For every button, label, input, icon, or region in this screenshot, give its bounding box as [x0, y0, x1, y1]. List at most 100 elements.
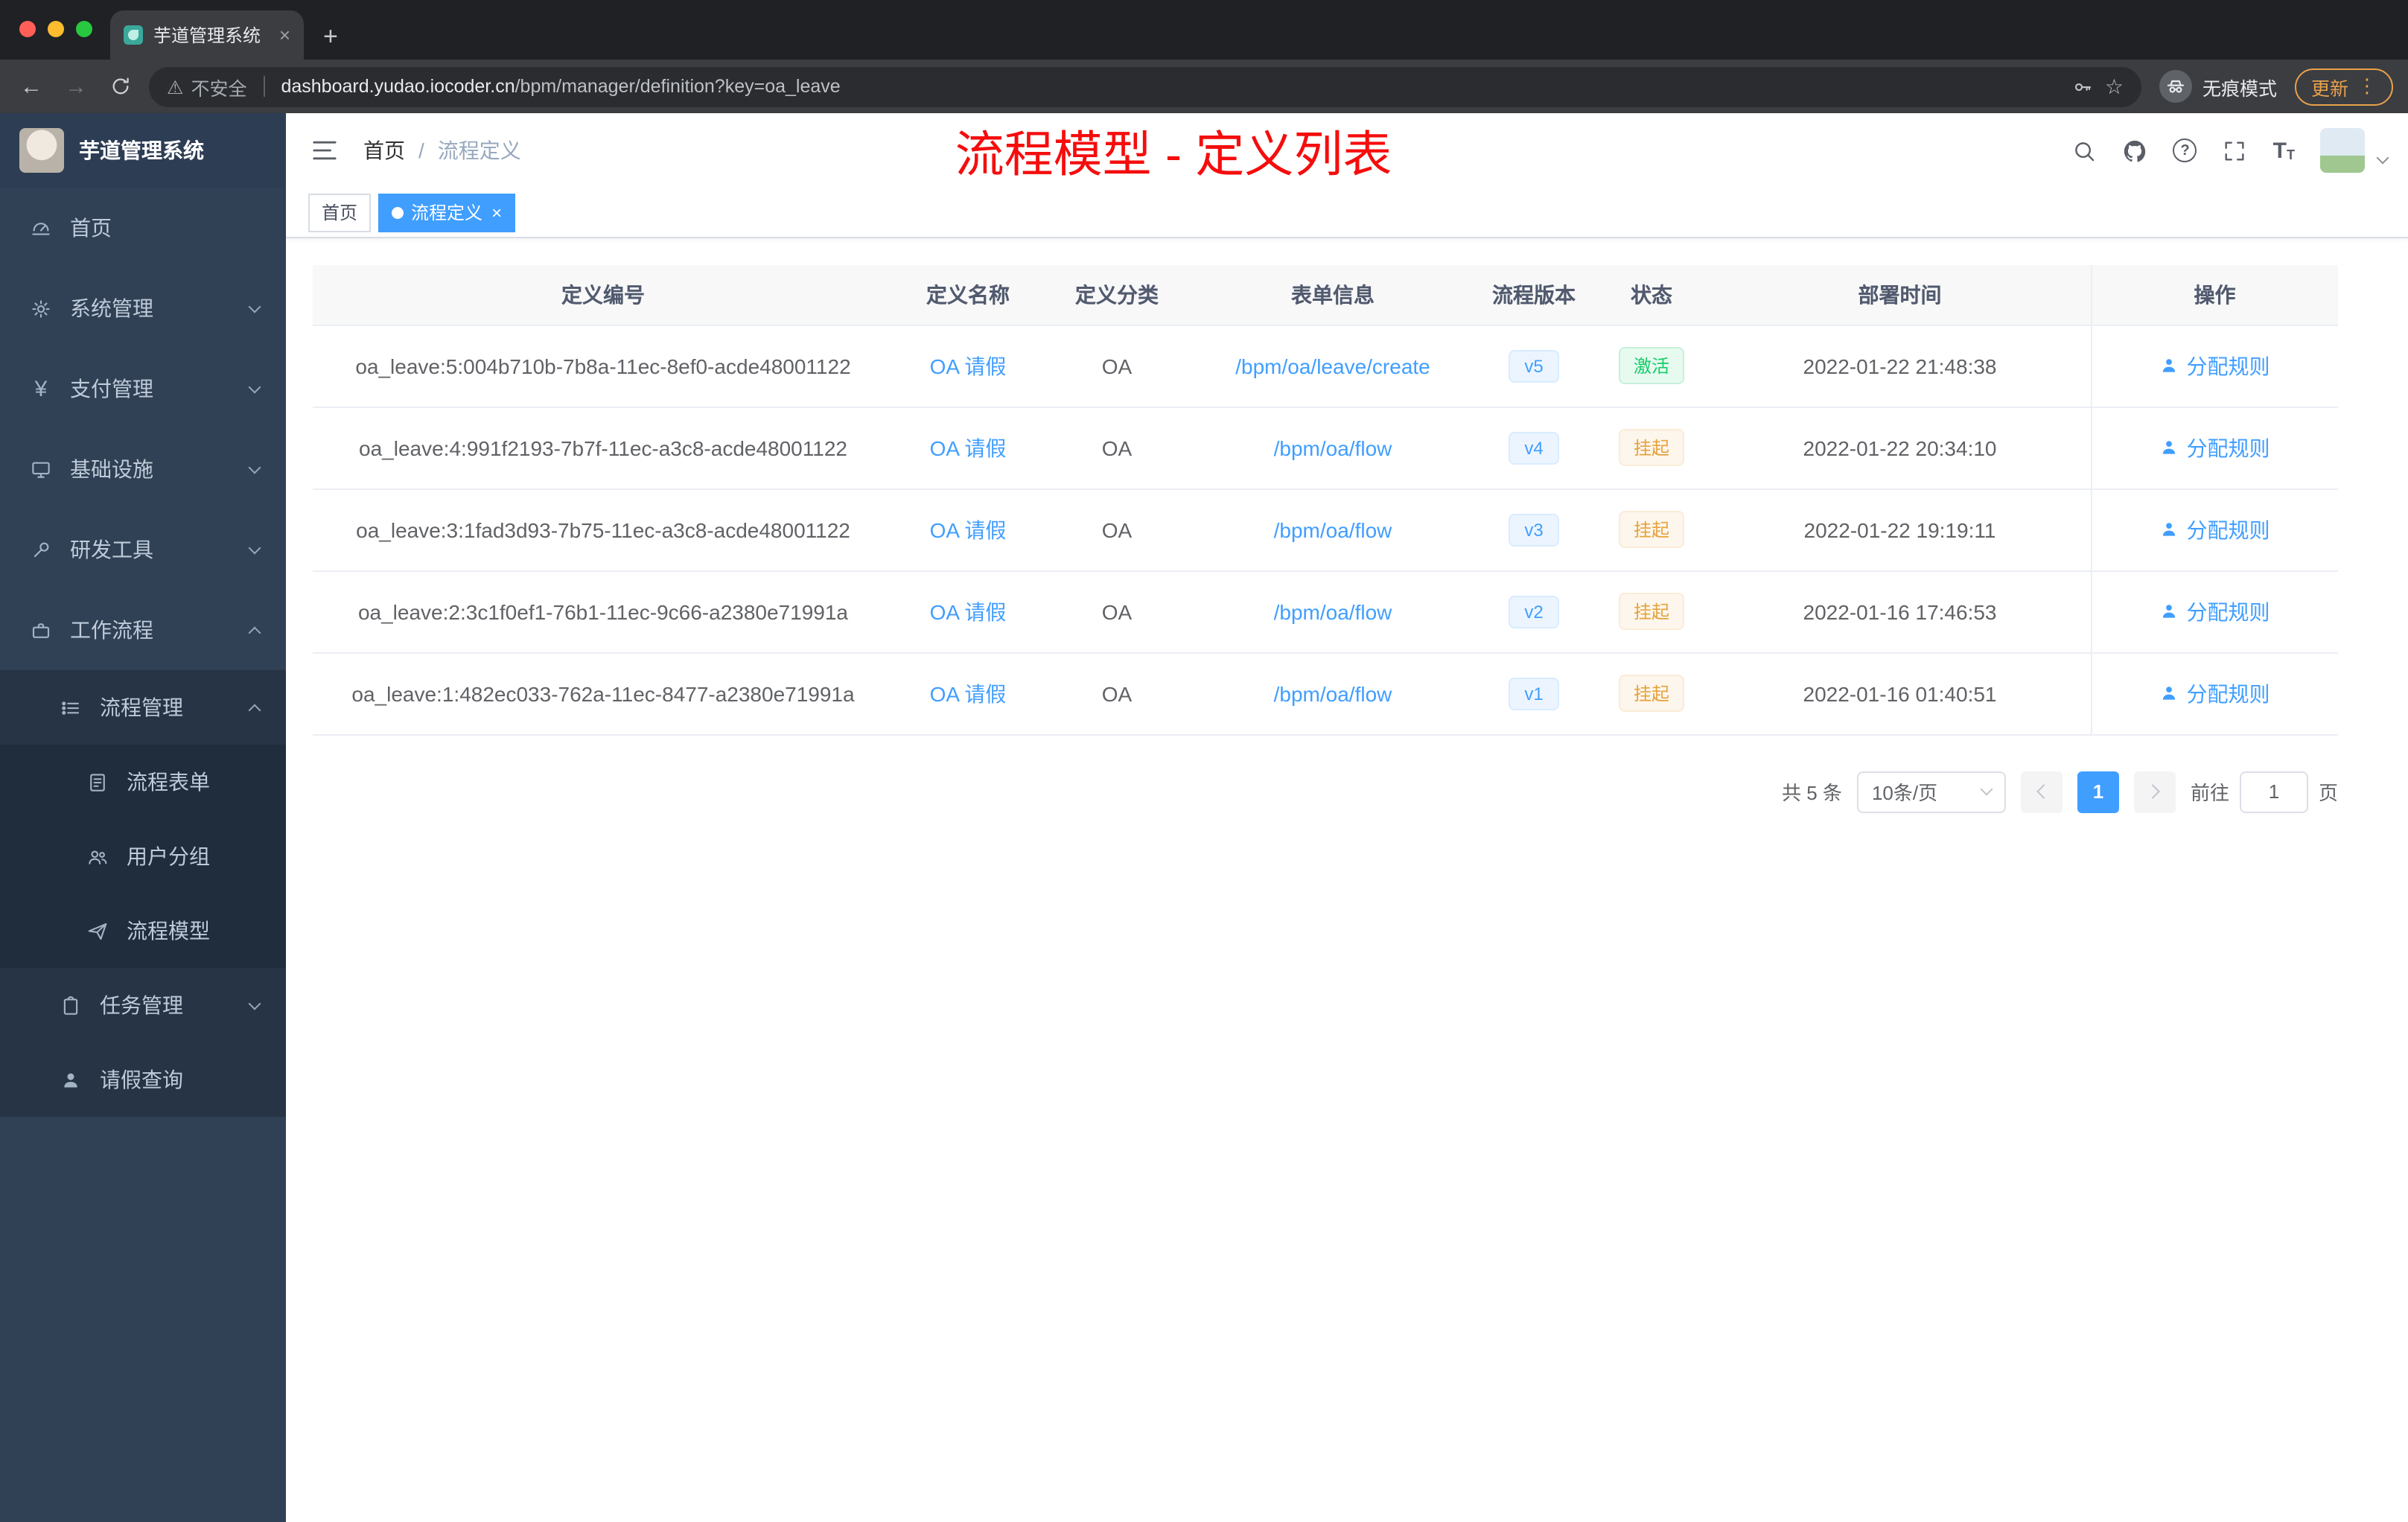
sidebar-item-payment[interactable]: ¥ 支付管理 — [0, 348, 286, 429]
table-row: oa_leave:5:004b710b-7b8a-11ec-8ef0-acde4… — [313, 325, 2338, 407]
bookmark-star-icon[interactable]: ☆ — [2105, 74, 2124, 99]
tab-close-icon[interactable]: × — [279, 24, 290, 46]
browser-update-button[interactable]: 更新 ⋮ — [2294, 68, 2393, 105]
assign-rule-link[interactable]: 分配规则 — [2160, 433, 2270, 462]
definition-name-link[interactable]: OA 请假 — [930, 354, 1007, 378]
user-avatar[interactable] — [2320, 128, 2365, 173]
definition-id: oa_leave:1:482ec033-762a-11ec-8477-a2380… — [313, 652, 894, 735]
font-size-icon[interactable]: TT — [2273, 139, 2295, 162]
form-link[interactable]: /bpm/oa/flow — [1274, 681, 1392, 705]
sidebar-item-label: 基础设施 — [70, 457, 153, 481]
tag-label: 流程定义 — [411, 203, 483, 223]
version-badge[interactable]: v5 — [1509, 349, 1559, 382]
model-icon — [86, 920, 109, 942]
version-badge[interactable]: v2 — [1509, 595, 1559, 628]
table-row: oa_leave:4:991f2193-7b7f-11ec-a3c8-acde4… — [313, 407, 2338, 489]
warning-icon: ⚠ — [167, 77, 184, 98]
leave-user-icon — [60, 1069, 82, 1091]
tab-title: 芋道管理系统 — [153, 25, 261, 46]
active-tag-dot — [392, 206, 404, 218]
back-icon[interactable]: ← — [15, 70, 48, 103]
new-tab-button[interactable]: + — [323, 24, 338, 49]
status-badge: 挂起 — [1618, 429, 1684, 466]
sidebar-item-label: 系统管理 — [70, 296, 153, 320]
content-area: 首页 / 流程定义 流程模型 - 定义列表 ? TT 首页 流程定义 × 定义编… — [286, 113, 2408, 1522]
app-logo[interactable]: 芋道管理系统 — [0, 113, 286, 188]
help-icon[interactable]: ? — [2173, 138, 2197, 162]
close-window-button[interactable] — [19, 21, 36, 37]
definition-name-link[interactable]: OA 请假 — [930, 681, 1007, 705]
sidebar-item-leave-query[interactable]: 请假查询 — [0, 1042, 286, 1117]
minimize-window-button[interactable] — [48, 21, 64, 37]
dashboard-icon — [30, 217, 52, 239]
definition-name-link[interactable]: OA 请假 — [930, 599, 1007, 623]
browser-menu-icon[interactable]: ⋮ — [2357, 74, 2377, 98]
sidebar-item-infrastructure[interactable]: 基础设施 — [0, 429, 286, 509]
assign-rule-link[interactable]: 分配规则 — [2160, 515, 2270, 544]
sidebar-item-home[interactable]: 首页 — [0, 188, 286, 268]
version-badge[interactable]: v4 — [1509, 431, 1559, 464]
address-bar[interactable]: ⚠ 不安全 dashboard.yudao.iocoder.cn/bpm/man… — [149, 66, 2141, 106]
page-jump-input[interactable] — [2239, 771, 2308, 812]
version-badge[interactable]: v3 — [1509, 513, 1559, 546]
user-group-icon — [86, 845, 109, 867]
definition-name-link[interactable]: OA 请假 — [930, 518, 1007, 541]
page-size-select[interactable]: 10条/页 — [1856, 771, 2006, 812]
infrastructure-icon — [30, 458, 52, 480]
sidebar-item-system[interactable]: 系统管理 — [0, 268, 286, 348]
sidebar-item-process-form[interactable]: 流程表单 — [0, 745, 286, 819]
form-link[interactable]: /bpm/oa/leave/create — [1235, 354, 1430, 378]
zoom-window-button[interactable] — [76, 21, 92, 37]
version-badge[interactable]: v1 — [1509, 677, 1559, 710]
chevron-down-icon — [248, 541, 261, 554]
form-link[interactable]: /bpm/oa/flow — [1274, 599, 1392, 623]
form-link[interactable]: /bpm/oa/flow — [1274, 436, 1392, 459]
sidebar-item-process-management[interactable]: 流程管理 — [0, 670, 286, 745]
definition-category: OA — [1042, 407, 1191, 489]
next-page-button[interactable] — [2133, 771, 2176, 812]
chevron-down-icon — [248, 299, 261, 313]
browser-tab[interactable]: 芋道管理系统 × — [110, 10, 304, 60]
forward-icon[interactable]: → — [60, 70, 92, 103]
incognito-label: 无痕模式 — [2202, 78, 2277, 99]
tab-favicon — [124, 25, 143, 45]
sidebar-item-task-management[interactable]: 任务管理 — [0, 968, 286, 1042]
assign-rule-link[interactable]: 分配规则 — [2160, 678, 2270, 708]
current-page-button[interactable]: 1 — [2077, 771, 2119, 812]
definition-category: OA — [1042, 325, 1191, 407]
gear-icon — [30, 297, 52, 319]
breadcrumb-home[interactable]: 首页 — [363, 136, 405, 165]
table-row: oa_leave:1:482ec033-762a-11ec-8477-a2380… — [313, 652, 2338, 735]
person-icon — [2160, 684, 2179, 703]
avatar-dropdown-caret-icon[interactable] — [2376, 151, 2389, 165]
sidebar-item-process-model[interactable]: 流程模型 — [0, 894, 286, 968]
sidebar-item-user-group[interactable]: 用户分组 — [0, 819, 286, 894]
tag-close-icon[interactable]: × — [491, 202, 502, 223]
security-status[interactable]: ⚠ 不安全 — [167, 72, 246, 101]
password-key-icon[interactable] — [2071, 74, 2096, 99]
security-label: 不安全 — [191, 78, 247, 99]
page-size-value: 10条/页 — [1871, 782, 1938, 804]
fullscreen-icon[interactable] — [2223, 138, 2248, 163]
definition-id: oa_leave:4:991f2193-7b7f-11ec-a3c8-acde4… — [313, 407, 894, 489]
definition-name-link[interactable]: OA 请假 — [930, 436, 1007, 459]
status-badge: 激活 — [1618, 347, 1684, 384]
assign-rule-link[interactable]: 分配规则 — [2160, 596, 2270, 626]
chevron-down-icon — [1980, 783, 1993, 796]
sidebar-item-label: 用户分组 — [127, 844, 210, 868]
chevron-right-icon — [2145, 784, 2160, 799]
tag-home[interactable]: 首页 — [308, 193, 372, 232]
prev-page-button[interactable] — [2020, 771, 2063, 812]
reload-icon[interactable] — [104, 70, 137, 103]
search-icon[interactable] — [2072, 138, 2098, 163]
github-icon[interactable] — [2123, 138, 2148, 163]
window-controls — [19, 21, 92, 37]
sidebar-item-label: 流程管理 — [100, 695, 183, 719]
sidebar-item-devtools[interactable]: 研发工具 — [0, 509, 286, 590]
sidebar-item-workflow[interactable]: 工作流程 — [0, 590, 286, 670]
form-link[interactable]: /bpm/oa/flow — [1274, 518, 1392, 541]
hamburger-icon[interactable] — [310, 136, 340, 165]
assign-rule-link[interactable]: 分配规则 — [2160, 351, 2270, 380]
tag-process-definition[interactable]: 流程定义 × — [378, 193, 516, 232]
sidebar-item-label: 工作流程 — [70, 618, 153, 642]
